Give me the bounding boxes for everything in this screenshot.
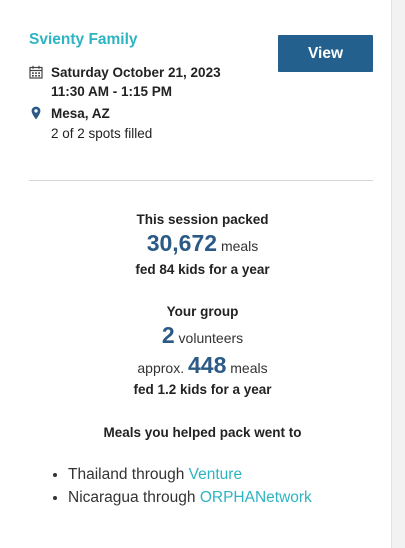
- group-meals: approx. 448 meals: [0, 352, 405, 379]
- group-fed: fed 1.2 kids for a year: [133, 382, 272, 397]
- event-time: 11:30 AM - 1:15 PM: [51, 84, 173, 99]
- event-card: Svienty Family View Saturday October 21,…: [0, 0, 392, 548]
- calendar-icon: [29, 65, 43, 79]
- destination-org-link[interactable]: Venture: [189, 466, 242, 483]
- destination-item: Nicaragua through ORPHANetwork: [68, 488, 312, 507]
- destinations-list: Thailand through Venture Nicaragua throu…: [50, 465, 312, 511]
- session-meals-unit: meals: [220, 238, 259, 254]
- session-meals: 30,672 meals: [0, 230, 405, 257]
- session-label: This session packed: [136, 212, 269, 227]
- event-location: Mesa, AZ: [51, 106, 110, 121]
- session-fed: fed 84 kids for a year: [135, 262, 270, 277]
- event-date: Saturday October 21, 2023: [51, 65, 221, 80]
- group-meals-unit: meals: [230, 360, 268, 376]
- group-volunteers: 2 volunteers: [0, 322, 405, 349]
- group-meals-count: 448: [187, 352, 227, 378]
- divider: [29, 180, 373, 181]
- group-name: Svienty Family: [29, 31, 138, 48]
- scrollbar-track[interactable]: [391, 0, 405, 548]
- spots-filled: 2 of 2 spots filled: [51, 126, 153, 141]
- destination-place: Thailand through: [68, 466, 185, 483]
- session-meals-count: 30,672: [146, 230, 218, 256]
- destination-item: Thailand through Venture: [68, 465, 312, 484]
- approx-prefix: approx.: [137, 360, 185, 376]
- view-button[interactable]: View: [278, 35, 373, 72]
- group-label: Your group: [166, 304, 239, 319]
- destination-org-link[interactable]: ORPHANetwork: [200, 489, 312, 506]
- map-pin-icon: [31, 106, 41, 120]
- destination-place: Nicaragua through: [68, 489, 196, 506]
- volunteers-count: 2: [161, 322, 175, 348]
- volunteers-unit: volunteers: [178, 330, 244, 346]
- destinations-heading: Meals you helped pack went to: [103, 425, 302, 440]
